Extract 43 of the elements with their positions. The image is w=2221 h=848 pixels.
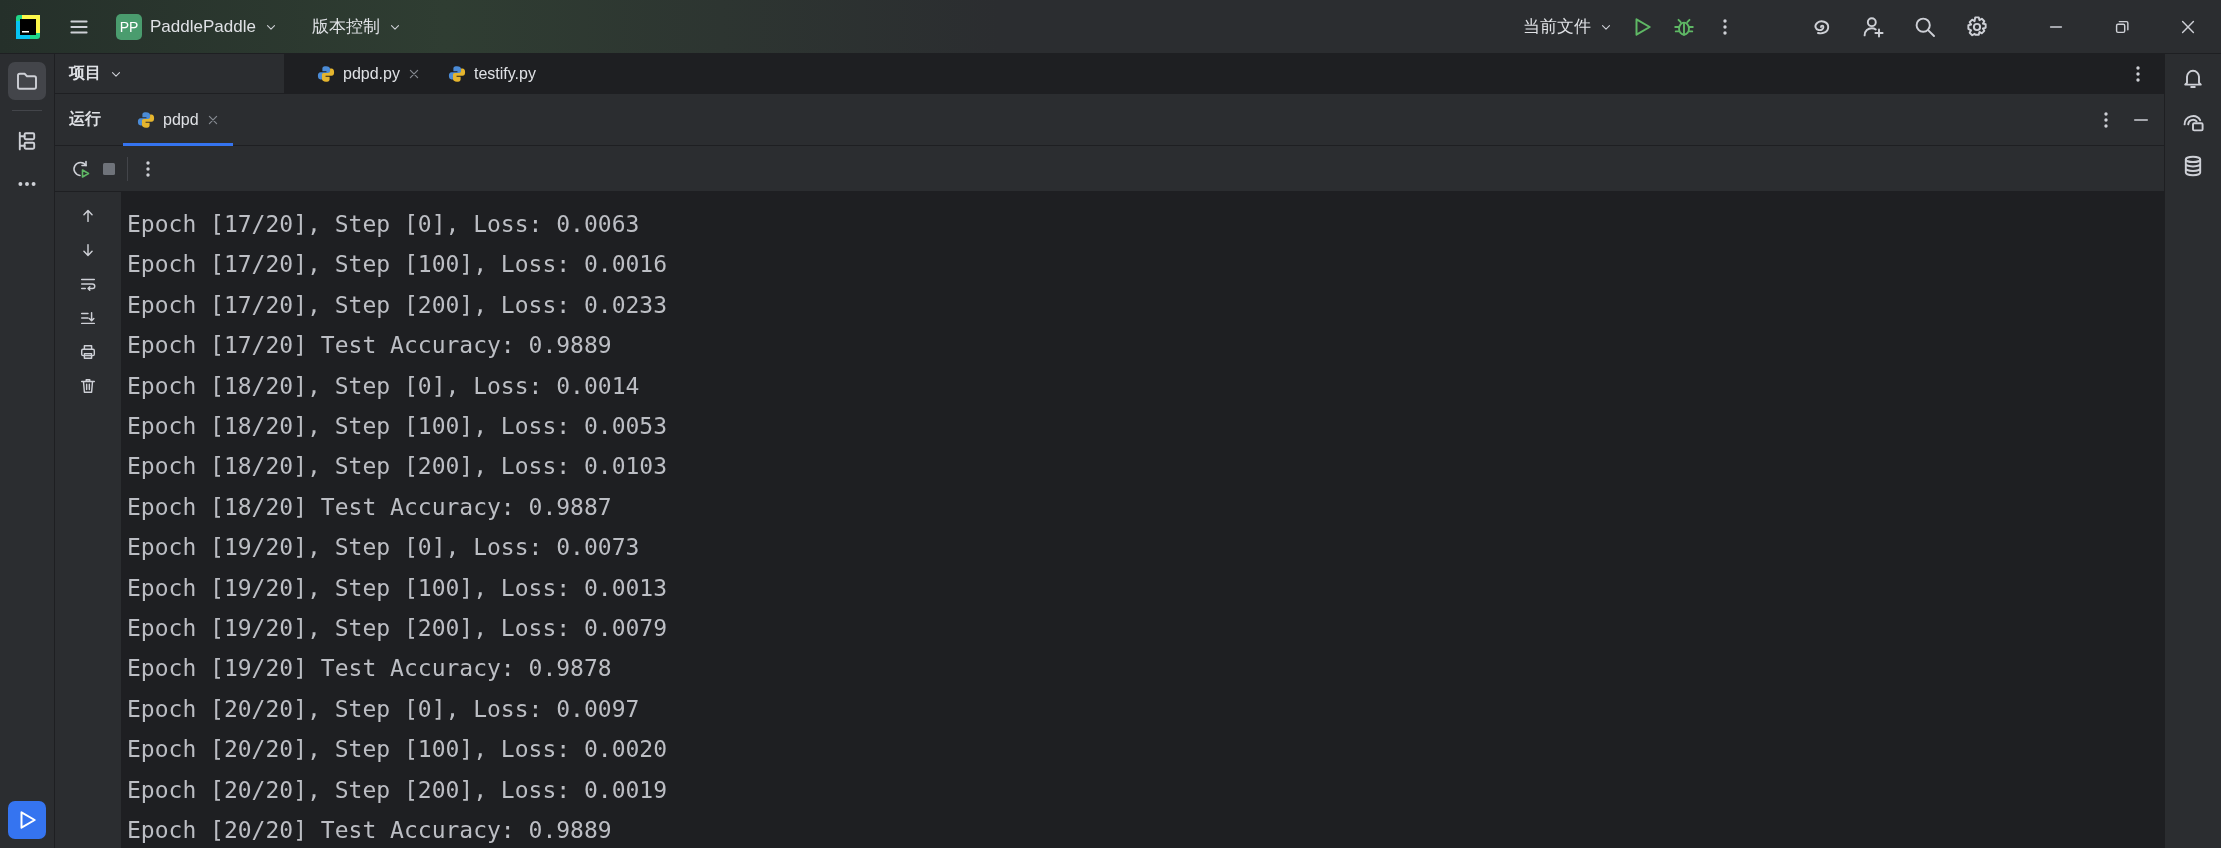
rerun-icon[interactable] xyxy=(71,158,91,179)
console-line: Epoch [18/20], Step [200], Loss: 0.0103 xyxy=(127,452,668,482)
console-line: Epoch [20/20] Test Accuracy: 0.9889 xyxy=(127,816,612,846)
tab-label: pdpd.py xyxy=(343,64,400,83)
project-panel-header[interactable]: 项目 xyxy=(69,63,123,84)
console-line: Epoch [19/20] Test Accuracy: 0.9878 xyxy=(127,654,612,684)
project-tool-button[interactable] xyxy=(8,62,46,100)
project-badge: PP xyxy=(116,13,142,40)
tab-label: pdpd xyxy=(163,110,199,129)
run-config-selector[interactable]: 当前文件 xyxy=(1515,9,1621,44)
run-tab[interactable]: pdpd xyxy=(123,93,233,146)
console-line: Epoch [18/20], Step [0], Loss: 0.0014 xyxy=(127,371,640,401)
console-line: Epoch [17/20] Test Accuracy: 0.9889 xyxy=(127,331,612,361)
console-line: Epoch [19/20], Step [0], Loss: 0.0073 xyxy=(127,533,640,563)
run-panel-title: 运行 xyxy=(69,109,101,129)
print-icon[interactable] xyxy=(79,343,97,361)
console-line: Epoch [20/20], Step [100], Loss: 0.0020 xyxy=(127,735,668,765)
close-tab-icon[interactable] xyxy=(407,67,420,80)
vcs-menu[interactable]: 版本控制 xyxy=(303,9,410,44)
settings-icon[interactable] xyxy=(1965,14,1989,39)
python-file-icon xyxy=(317,64,335,83)
run-tool-button[interactable] xyxy=(8,800,46,839)
editor-tab[interactable]: testify.py xyxy=(433,53,550,94)
console-line: Epoch [17/20], Step [200], Loss: 0.0233 xyxy=(127,290,668,320)
console-line: Epoch [20/20], Step [200], Loss: 0.0019 xyxy=(127,775,668,805)
console-line: Epoch [18/20] Test Accuracy: 0.9887 xyxy=(127,492,612,522)
console-line: Epoch [20/20], Step [0], Loss: 0.0097 xyxy=(127,694,640,724)
console-line: Epoch [19/20], Step [200], Loss: 0.0079 xyxy=(127,614,668,644)
close-tab-icon[interactable] xyxy=(206,113,219,126)
console-line: Epoch [17/20], Step [0], Loss: 0.0063 xyxy=(127,210,640,239)
console-line: Epoch [19/20], Step [100], Loss: 0.0013 xyxy=(127,573,668,603)
python-file-icon xyxy=(137,110,155,129)
console-line: Epoch [18/20], Step [100], Loss: 0.0053 xyxy=(127,412,668,442)
python-file-icon xyxy=(447,64,466,83)
trash-icon[interactable] xyxy=(79,377,97,395)
project-selector[interactable]: PP PaddlePaddle xyxy=(108,7,286,46)
console-line: Epoch [17/20], Step [100], Loss: 0.0016 xyxy=(127,250,668,280)
tab-label: testify.py xyxy=(473,64,536,83)
app-logo-icon xyxy=(16,14,40,39)
editor-tab[interactable]: pdpd.py xyxy=(303,53,434,94)
stop-icon[interactable] xyxy=(101,160,117,177)
scroll-to-end-icon[interactable] xyxy=(79,309,97,327)
add-user-icon[interactable] xyxy=(1861,14,1885,39)
